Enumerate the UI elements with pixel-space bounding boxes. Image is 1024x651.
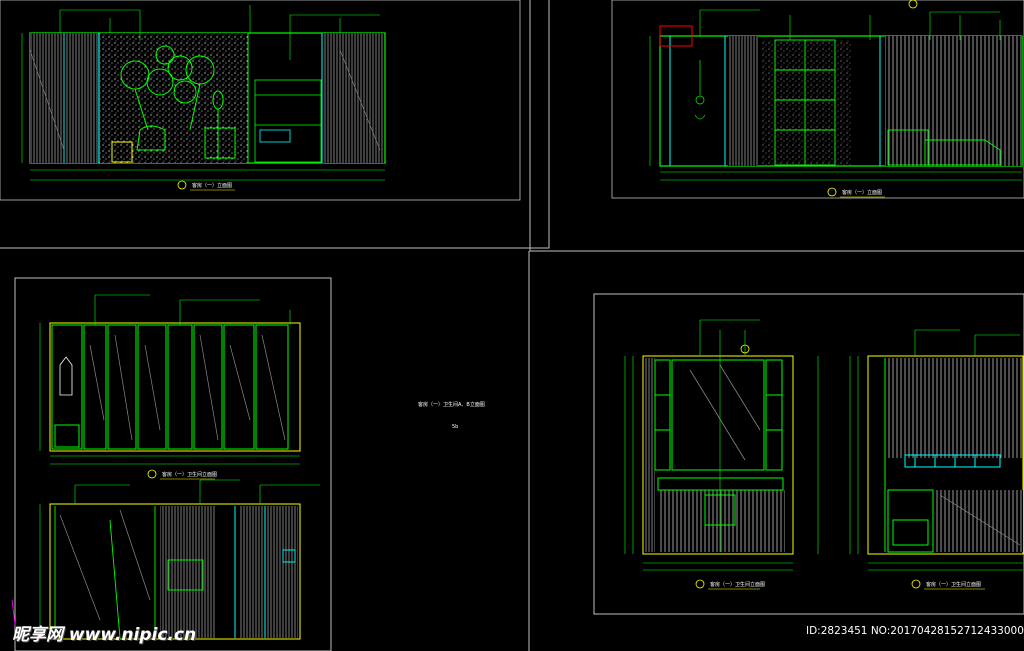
shelf-unit — [254, 79, 322, 163]
watermark-site: 昵享网 www.nipic.cn — [12, 625, 197, 645]
elevation-bottom-right-b: 客房（一）卫生间立面图 — [849, 329, 1024, 590]
title-bottom-right-a: 客房（一）卫生间立面图 — [710, 581, 765, 588]
cad-drawing-canvas: 客房（一）立面图 客房（一）立面图 客房（一）卫生间立面图 客房（一）卫生间A、… — [0, 0, 1024, 651]
title-marker-top-left — [177, 180, 187, 190]
watermark-id: ID:2823451 NO:20170428152712433000 — [806, 625, 1024, 637]
elevation-top-left: 客房（一）立面图 — [21, 5, 386, 191]
elevation-top-right: 客房（一）立面图 — [649, 0, 1023, 198]
title-top-right: 客房（一）立面图 — [842, 189, 882, 196]
elevation-mid-left: 客房（一）卫生间立面图 — [39, 294, 301, 480]
elevation-bottom-left — [11, 479, 320, 641]
center-note-small: 5b — [452, 424, 458, 430]
title-bottom-right-b: 客房（一）卫生间立面图 — [926, 581, 981, 588]
title-top-left: 客房（一）立面图 — [192, 182, 232, 189]
title-mid-left: 客房（一）卫生间立面图 — [162, 471, 217, 478]
center-note-text: 客房（一）卫生间A、B立面图 — [418, 401, 485, 408]
elevation-bottom-right-a: 客房（一）卫生间立面图 — [624, 319, 819, 590]
center-note: 客房（一）卫生间A、B立面图 5b — [418, 401, 485, 430]
